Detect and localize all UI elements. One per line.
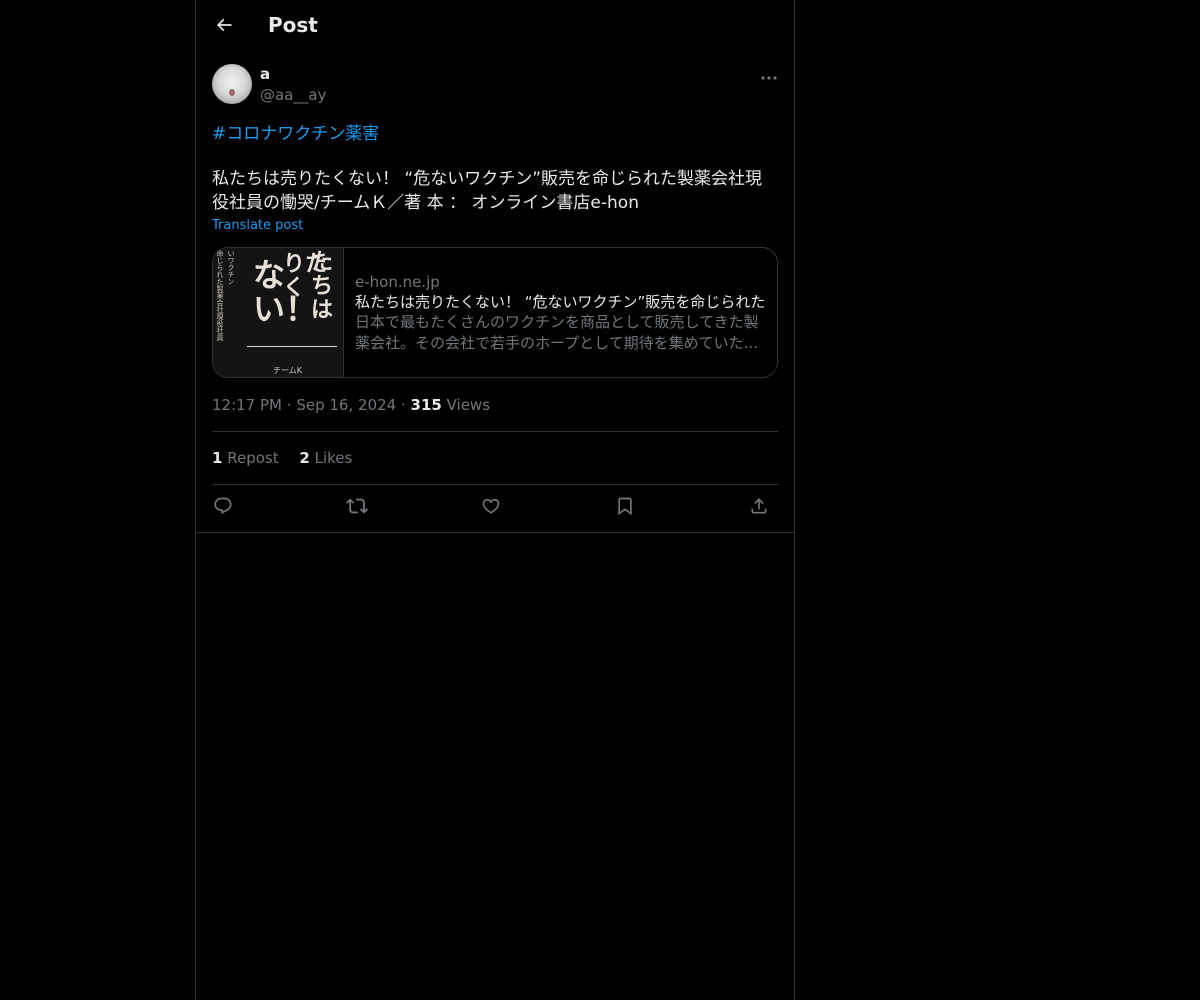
post-date[interactable]: Sep 16, 2024 bbox=[296, 396, 396, 414]
reposts-count: 1 bbox=[212, 449, 223, 467]
card-domain: e-hon.ne.jp bbox=[355, 273, 440, 291]
repost-button[interactable] bbox=[343, 494, 371, 522]
thumbnail-small-text: 命じられた製薬会社現役社員 bbox=[216, 250, 224, 341]
divider-top bbox=[212, 431, 778, 432]
meta-separator: · bbox=[286, 396, 292, 414]
translate-post-link[interactable]: Translate post bbox=[212, 218, 303, 233]
thumbnail-rule bbox=[247, 346, 337, 347]
card-title: 私たちは売りたくない！ “危ないワクチン”販売を命じられた bbox=[355, 293, 765, 311]
author-name[interactable]: a bbox=[260, 65, 270, 83]
like-button[interactable] bbox=[477, 494, 505, 522]
post-meta: 12:17 PM · Sep 16, 2024 · 315 Views bbox=[212, 396, 490, 414]
top-bar: Post bbox=[196, 0, 794, 53]
repost-icon bbox=[346, 495, 368, 521]
link-preview-card[interactable]: 命じられた製薬会社現役社員 いワクチン たちは りたく ない！ チームK e-h… bbox=[212, 247, 778, 378]
back-arrow-icon bbox=[214, 15, 234, 39]
divider-bottom bbox=[212, 484, 778, 485]
reply-icon bbox=[213, 496, 233, 520]
likes-label: Likes bbox=[314, 449, 353, 467]
post-stats: 1 Repost 2 Likes bbox=[212, 449, 368, 467]
thumbnail-author: チームK bbox=[273, 366, 303, 375]
reposts-stat[interactable]: 1 Repost bbox=[212, 449, 283, 467]
heart-icon bbox=[481, 496, 501, 520]
share-icon bbox=[749, 496, 769, 520]
meta-separator-2: · bbox=[400, 396, 406, 414]
avatar-detail bbox=[229, 89, 235, 96]
likes-count: 2 bbox=[299, 449, 310, 467]
page-title: Post bbox=[268, 13, 318, 37]
card-description: 日本で最もたくさんのワクチンを商品として販売してきた製薬会社。その会社で若手のホ… bbox=[355, 313, 759, 352]
hashtag-link[interactable]: #コロナワクチン薬害 bbox=[212, 119, 379, 144]
card-thumbnail: 命じられた製薬会社現役社員 いワクチン たちは りたく ない！ チームK bbox=[213, 248, 344, 377]
action-bar bbox=[212, 494, 778, 522]
back-button[interactable] bbox=[210, 11, 238, 43]
reposts-label: Repost bbox=[227, 449, 279, 467]
more-options-button[interactable] bbox=[756, 66, 782, 84]
thumbnail-title-line-3: ない！ bbox=[253, 256, 318, 328]
views-label: Views bbox=[446, 396, 491, 414]
author-handle[interactable]: @aa__ay bbox=[260, 86, 326, 104]
likes-stat[interactable]: 2 Likes bbox=[299, 449, 352, 467]
main-column: Post a @aa__ay #コロナワクチン薬害 私たちは売りたくない！ “危… bbox=[195, 0, 795, 1000]
post-text: 私たちは売りたくない！ “危ないワクチン”販売を命じられた製薬会社現役社員の慟哭… bbox=[212, 169, 763, 213]
avatar[interactable] bbox=[212, 64, 252, 104]
reply-button[interactable] bbox=[209, 494, 237, 522]
bookmark-button[interactable] bbox=[611, 494, 639, 522]
post-time[interactable]: 12:17 PM bbox=[212, 396, 282, 414]
more-dots-icon bbox=[760, 66, 778, 85]
card-text: e-hon.ne.jp 私たちは売りたくない！ “危ないワクチン”販売を命じられ… bbox=[355, 270, 765, 354]
post-bottom-border bbox=[196, 532, 794, 533]
share-button[interactable] bbox=[745, 494, 773, 522]
bookmark-icon bbox=[615, 496, 635, 520]
thumbnail-small-text-2: いワクチン bbox=[227, 250, 235, 285]
views-count: 315 bbox=[410, 396, 442, 414]
